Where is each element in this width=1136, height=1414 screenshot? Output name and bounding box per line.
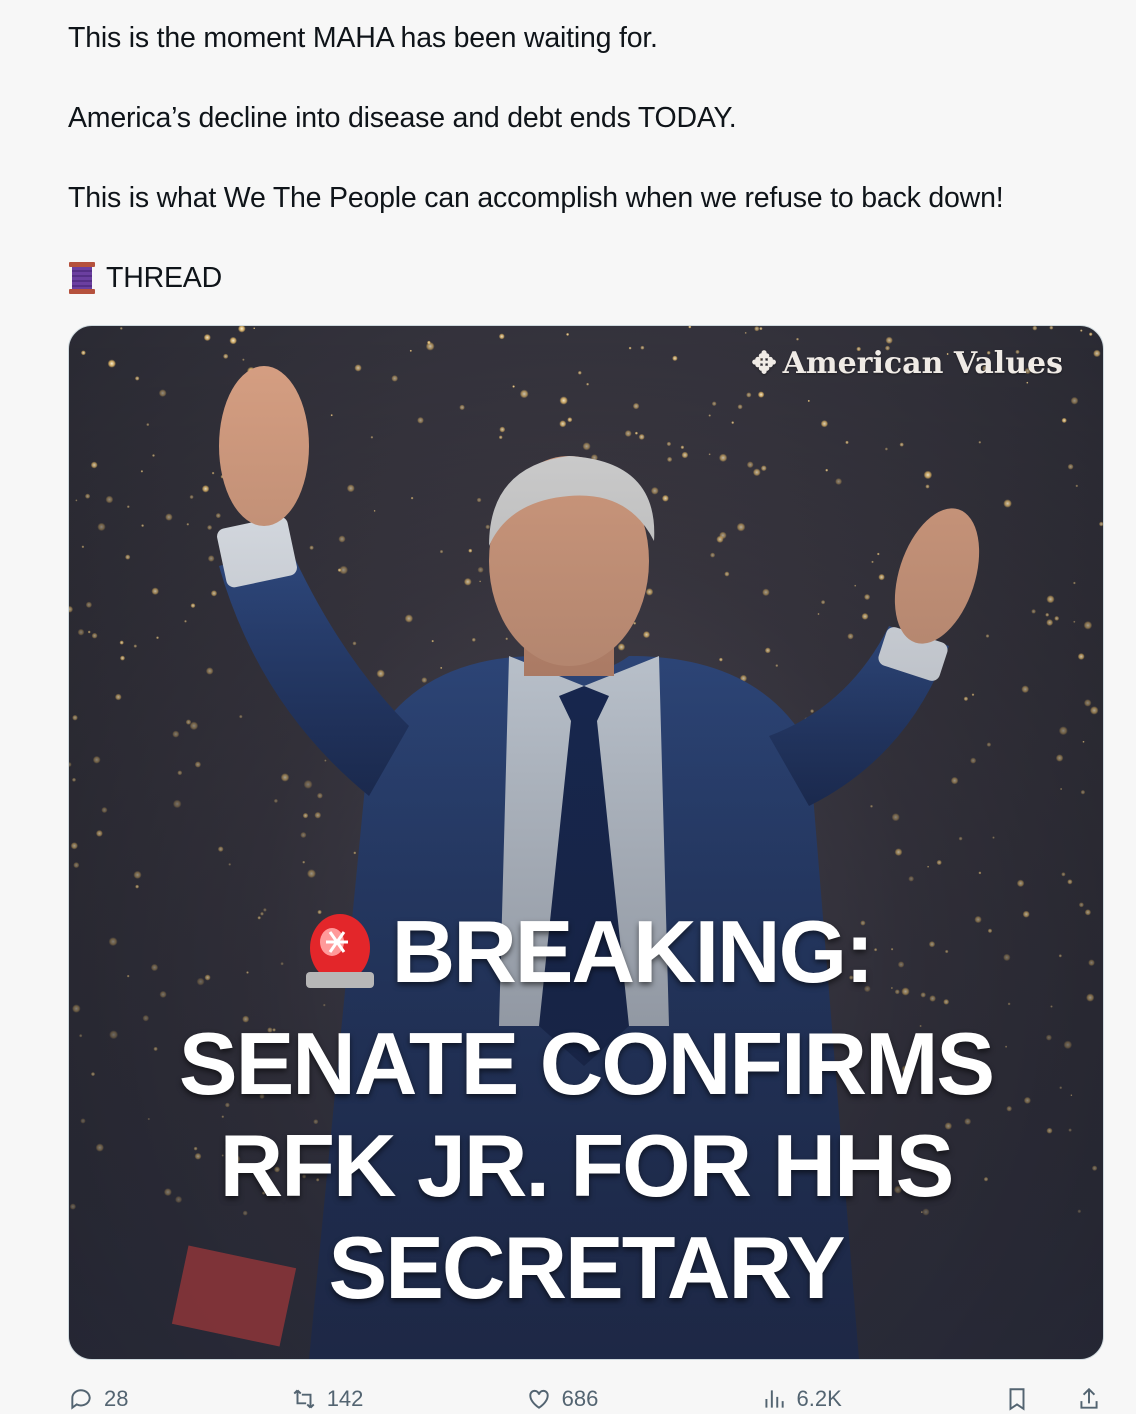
bookmark-icon[interactable]	[1004, 1386, 1030, 1412]
reply-count: 28	[104, 1386, 129, 1411]
rotating-light-icon	[300, 906, 380, 1013]
reply-icon	[71, 1389, 91, 1410]
tweet-actions: 28 142 686 6.2K	[68, 1384, 1102, 1414]
views-icon	[764, 1390, 784, 1408]
like-button[interactable]: 686	[526, 1384, 599, 1414]
repost-count: 142	[326, 1386, 364, 1411]
headline: BREAKING: SENATE CONFIRMS RFK JR. FOR HH…	[69, 901, 1103, 1319]
bookmark-share-group	[1004, 1384, 1102, 1414]
views-button[interactable]: 6.2K	[761, 1384, 842, 1414]
eagle-icon: ✥	[751, 346, 777, 381]
headline-line-1: BREAKING:	[391, 902, 875, 1001]
tweet-line-4: THREAD	[68, 258, 222, 298]
watermark-text: American Values	[782, 346, 1063, 381]
headline-row-1: BREAKING:	[69, 901, 1103, 1013]
repost-icon	[293, 1389, 315, 1409]
thread-label: THREAD	[106, 262, 222, 294]
headline-line-4: SECRETARY	[328, 1218, 846, 1317]
thread-spool-icon	[68, 261, 96, 295]
tweet-line-1: This is the moment MAHA has been waiting…	[68, 22, 658, 54]
heart-icon	[528, 1389, 549, 1409]
headline-line-3: RFK JR. FOR HHS	[219, 1116, 955, 1215]
like-count: 686	[561, 1386, 599, 1411]
tweet-media-image[interactable]: ✥ American Values BREAKING: SENATE CONFI…	[68, 325, 1104, 1360]
reply-button[interactable]: 28	[68, 1384, 128, 1414]
watermark: ✥ American Values	[751, 346, 1063, 381]
tweet-line-2: America’s decline into disease and debt …	[68, 102, 737, 134]
share-icon[interactable]	[1076, 1386, 1102, 1412]
repost-button[interactable]: 142	[291, 1384, 364, 1414]
tweet-line-3: This is what We The People can accomplis…	[68, 182, 1004, 214]
headline-line-2: SENATE CONFIRMS	[178, 1014, 995, 1113]
views-count: 6.2K	[796, 1386, 842, 1411]
